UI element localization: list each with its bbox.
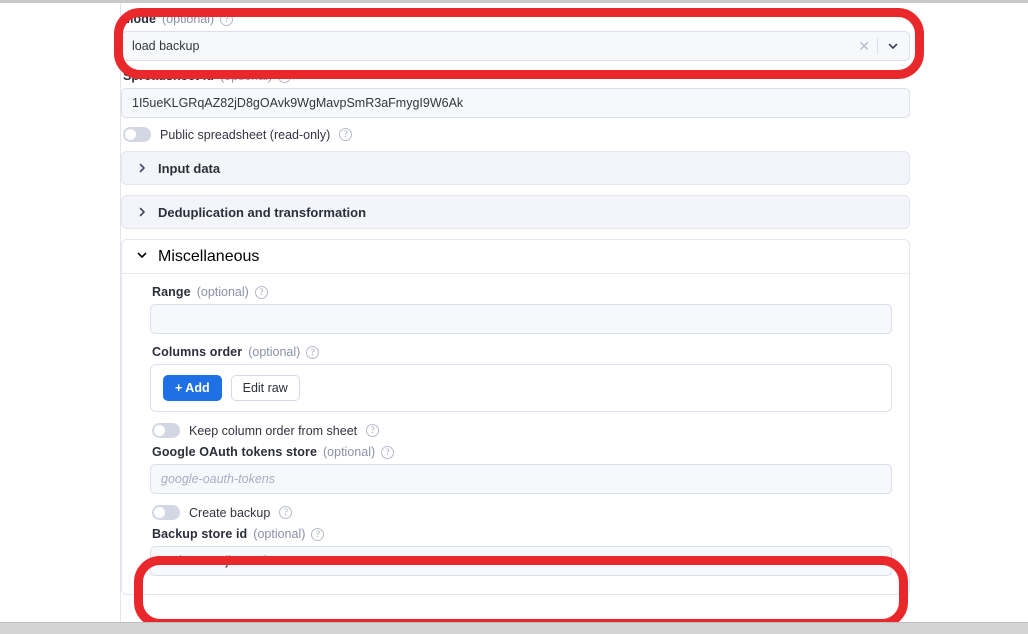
label-row-google-oauth-tokens-store: Google OAuth tokens store (optional) ?	[150, 446, 893, 464]
field-range: Range (optional) ?	[150, 286, 893, 334]
help-icon-keep-column-order[interactable]: ?	[366, 424, 380, 437]
app-root: Mode (optional) ? load backup ✕ Spreadsh…	[0, 0, 1028, 634]
columns-order-editor: + Add Edit raw	[150, 364, 892, 412]
backup-store-id-value: ru0laIVCD9jkKWRla	[161, 554, 274, 568]
toggle-label-create-backup: Create backup	[189, 505, 271, 520]
chevron-right-icon	[136, 206, 148, 218]
help-icon-backup-store-id[interactable]: ?	[311, 528, 325, 541]
section-title-input-data: Input data	[158, 160, 221, 176]
toggle-knob	[154, 425, 165, 436]
section-deduplication-and-transformation[interactable]: Deduplication and transformation	[121, 195, 910, 229]
optional-tag-mode: (optional)	[162, 12, 215, 27]
field-google-oauth-tokens-store: Google OAuth tokens store (optional) ? g…	[150, 446, 893, 494]
label-row-backup-store-id: Backup store id (optional) ?	[150, 528, 893, 546]
optional-tag-range: (optional)	[196, 285, 249, 300]
backup-store-id-input[interactable]: ru0laIVCD9jkKWRla	[150, 546, 892, 576]
chevron-right-icon	[136, 162, 148, 174]
settings-form: Mode (optional) ? load backup ✕ Spreadsh…	[121, 3, 921, 595]
field-label-range: Range	[152, 285, 191, 300]
toggle-knob	[125, 129, 136, 140]
chevron-down-icon	[136, 248, 148, 266]
help-icon-public-spreadsheet[interactable]: ?	[339, 128, 353, 141]
optional-tag-google-oauth-tokens-store: (optional)	[323, 445, 376, 460]
field-backup-store-id: Backup store id (optional) ? ru0laIVCD9j…	[150, 528, 893, 576]
toggle-knob	[154, 507, 165, 518]
label-row-range: Range (optional) ?	[150, 286, 893, 304]
edit-raw-button[interactable]: Edit raw	[230, 375, 300, 401]
optional-tag-columns-order: (optional)	[248, 345, 301, 360]
field-label-columns-order: Columns order	[152, 345, 243, 360]
field-label-google-oauth-tokens-store: Google OAuth tokens store	[152, 445, 318, 460]
spreadsheet-id-input[interactable]: 1I5ueKLGRqAZ82jD8gOAvk9WgMavpSmR3aFmygI9…	[121, 88, 910, 118]
add-button[interactable]: + Add	[163, 375, 222, 401]
google-oauth-tokens-store-placeholder: google-oauth-tokens	[161, 472, 275, 486]
field-label-spreadsheet-id: Spreadsheet id	[123, 69, 215, 84]
field-label-backup-store-id: Backup store id	[152, 527, 248, 542]
toggle-create-backup[interactable]: Create backup ?	[152, 505, 893, 520]
toggle-keep-column-order[interactable]: Keep column order from sheet ?	[152, 423, 893, 438]
section-title-miscellaneous: Miscellaneous	[158, 247, 260, 265]
toggle-label-public-spreadsheet: Public spreadsheet (read-only)	[160, 127, 331, 142]
field-mode: Mode (optional) ? load backup ✕	[121, 13, 921, 61]
section-header-miscellaneous[interactable]: Miscellaneous	[122, 240, 909, 274]
help-icon-create-backup[interactable]: ?	[279, 506, 293, 519]
chevron-down-icon[interactable]	[885, 38, 901, 54]
label-row-mode: Mode (optional) ?	[121, 13, 921, 31]
field-columns-order: Columns order (optional) ? + Add Edit ra…	[150, 346, 893, 412]
toggle-switch-create-backup[interactable]	[152, 505, 180, 520]
spreadsheet-id-value: 1I5ueKLGRqAZ82jD8gOAvk9WgMavpSmR3aFmygI9…	[132, 96, 464, 110]
mode-value: load backup	[132, 39, 200, 53]
toggle-label-keep-column-order: Keep column order from sheet	[189, 423, 358, 438]
optional-tag-backup-store-id: (optional)	[253, 527, 306, 542]
section-body-miscellaneous: Range (optional) ? Columns order (option…	[122, 274, 909, 594]
section-miscellaneous: Miscellaneous Range (optional) ? Columns…	[121, 239, 910, 595]
field-label-mode: Mode	[123, 12, 157, 27]
section-input-data[interactable]: Input data	[121, 151, 910, 185]
toggle-switch-keep-column-order[interactable]	[152, 423, 180, 438]
range-input[interactable]	[150, 304, 892, 334]
close-icon[interactable]: ✕	[858, 39, 870, 53]
help-icon-range[interactable]: ?	[254, 286, 268, 299]
toggle-public-spreadsheet[interactable]: Public spreadsheet (read-only) ?	[123, 127, 921, 142]
help-icon-columns-order[interactable]: ?	[306, 346, 320, 359]
optional-tag-spreadsheet-id: (optional)	[220, 69, 273, 84]
label-row-columns-order: Columns order (optional) ?	[150, 346, 893, 364]
label-row-spreadsheet-id: Spreadsheet id (optional) ?	[121, 70, 921, 88]
toggle-switch-public-spreadsheet[interactable]	[123, 127, 151, 142]
help-icon-spreadsheet-id[interactable]: ?	[278, 70, 292, 83]
adornment-divider	[877, 38, 878, 54]
help-icon-mode[interactable]: ?	[220, 13, 234, 26]
section-title-deduplication: Deduplication and transformation	[158, 204, 367, 220]
window-bottom-bar	[0, 622, 1028, 634]
field-spreadsheet-id: Spreadsheet id (optional) ? 1I5ueKLGRqAZ…	[121, 70, 921, 118]
mode-select[interactable]: load backup ✕	[121, 31, 910, 61]
google-oauth-tokens-store-input[interactable]: google-oauth-tokens	[150, 464, 892, 494]
help-icon-google-oauth-tokens-store[interactable]: ?	[381, 446, 395, 459]
mode-adornments: ✕	[858, 32, 901, 60]
